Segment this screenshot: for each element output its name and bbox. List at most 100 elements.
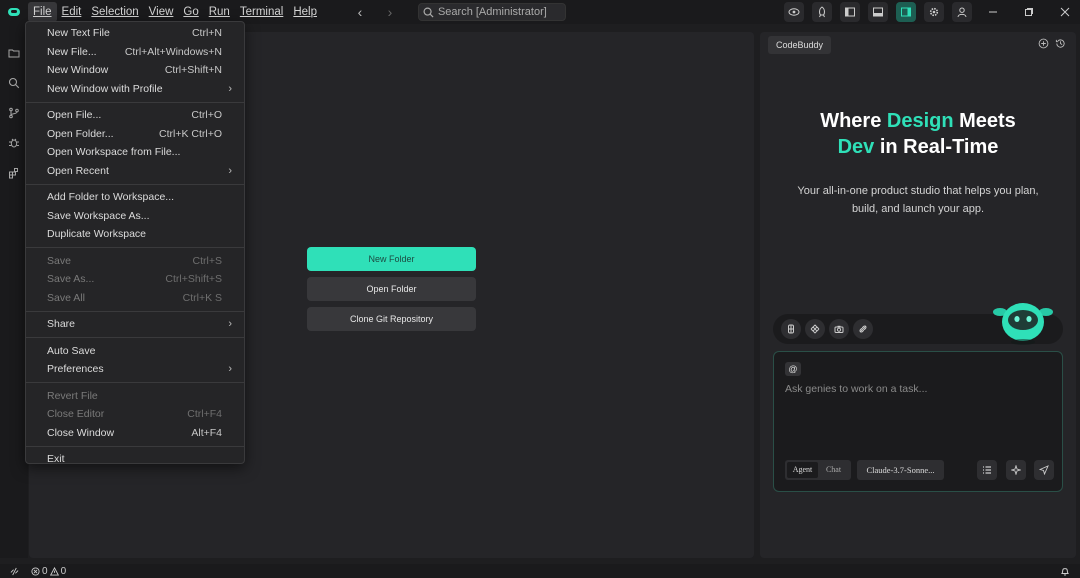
- chat-input-box[interactable]: @ Ask genies to work on a task... Agent …: [773, 351, 1063, 492]
- screenshot-tool-button[interactable]: [829, 319, 849, 339]
- maximize-button[interactable]: [1014, 0, 1044, 24]
- menu-item-label: Save All: [47, 291, 85, 304]
- chat-input-placeholder[interactable]: Ask genies to work on a task...: [785, 383, 927, 395]
- menu-item-shortcut: Ctrl+Shift+N: [164, 64, 222, 77]
- close-button[interactable]: [1050, 0, 1080, 24]
- account-button[interactable]: [952, 2, 972, 22]
- menu-run[interactable]: Run: [204, 2, 235, 22]
- error-icon: [31, 566, 40, 576]
- menu-item-open-workspace-from-file[interactable]: Open Workspace from File...: [26, 143, 244, 162]
- settings-button[interactable]: [924, 2, 944, 22]
- menu-item-auto-save[interactable]: Auto Save: [26, 342, 244, 361]
- notifications-button[interactable]: [1060, 566, 1070, 578]
- menu-view[interactable]: View: [144, 2, 179, 22]
- component-icon: [810, 324, 820, 334]
- clone-git-repository-button[interactable]: Clone Git Repository: [307, 307, 476, 331]
- menu-edit[interactable]: Edit: [57, 2, 87, 22]
- menu-item-shortcut: Ctrl+N: [191, 27, 222, 40]
- menu-item-open-recent[interactable]: Open Recent ›: [26, 162, 244, 181]
- command-search[interactable]: Search [Administrator]: [417, 3, 566, 21]
- menu-item-new-window-with-profile[interactable]: New Window with Profile ›: [26, 80, 244, 99]
- menu-item-label: Exit: [47, 453, 65, 466]
- menu-selection[interactable]: Selection: [86, 2, 143, 22]
- model-selector[interactable]: Claude-3.7-Sonne...: [857, 460, 944, 480]
- toggle-primary-sidebar-button[interactable]: [840, 2, 860, 22]
- menu-item-label: New Window with Profile: [47, 82, 163, 95]
- enhance-prompt-button[interactable]: [1006, 460, 1026, 480]
- menu-file[interactable]: File: [28, 2, 57, 22]
- menu-item-duplicate-workspace[interactable]: Duplicate Workspace: [26, 225, 244, 244]
- codebuddy-tab[interactable]: CodeBuddy: [768, 36, 832, 54]
- plug-icon: [859, 325, 867, 333]
- error-count: 0: [42, 565, 48, 577]
- search-view-button[interactable]: [0, 68, 28, 98]
- run-debug-button[interactable]: [0, 128, 28, 158]
- problems-indicator[interactable]: 0 0: [31, 566, 66, 577]
- menu-item-close-window[interactable]: Close Window Alt+F4: [26, 424, 244, 443]
- minimize-icon: [989, 11, 997, 13]
- menu-item-share[interactable]: Share ›: [26, 315, 244, 334]
- menu-item-save-as: Save As... Ctrl+Shift+S: [26, 270, 244, 289]
- menu-item-preferences[interactable]: Preferences ›: [26, 360, 244, 379]
- menu-go[interactable]: Go: [178, 2, 203, 22]
- warning-count: 0: [60, 565, 67, 577]
- preview-button[interactable]: [784, 2, 804, 22]
- explorer-button[interactable]: [0, 38, 28, 68]
- source-control-button[interactable]: [0, 98, 28, 128]
- codebuddy-mascot-icon: [993, 303, 1053, 345]
- forward-arrow-icon[interactable]: ›: [382, 4, 398, 20]
- deploy-button[interactable]: [812, 2, 832, 22]
- search-icon: [423, 7, 434, 18]
- remote-icon: [10, 567, 18, 575]
- menu-separator: [26, 247, 244, 248]
- new-folder-button[interactable]: New Folder: [307, 247, 476, 271]
- send-button[interactable]: [1034, 460, 1054, 480]
- menu-item-shortcut: Ctrl+F4: [187, 408, 222, 421]
- file-menu-dropdown: New Text File Ctrl+N New File... Ctrl+Alt+W…: [25, 21, 245, 465]
- menu-item-add-folder-to-workspace[interactable]: Add Folder to Workspace...: [26, 188, 244, 207]
- minimize-button[interactable]: [978, 0, 1008, 24]
- chat-mode-tab[interactable]: Chat: [818, 462, 849, 478]
- menu-item-open-file[interactable]: Open File... Ctrl+O: [26, 106, 244, 125]
- menu-help[interactable]: Help: [288, 2, 322, 22]
- restore-icon: [1025, 8, 1033, 16]
- mention-button[interactable]: @: [785, 362, 801, 376]
- history-icon[interactable]: [1055, 38, 1066, 49]
- menu-terminal[interactable]: Terminal: [235, 2, 288, 22]
- component-tool-button[interactable]: [805, 319, 825, 339]
- user-icon: [957, 7, 967, 18]
- extensions-button[interactable]: [0, 158, 28, 188]
- menu-item-shortcut: Ctrl+K Ctrl+O: [158, 127, 222, 140]
- menu-item-label: Close Editor: [47, 408, 105, 421]
- integration-tool-button[interactable]: [853, 319, 873, 339]
- figma-tool-button[interactable]: [781, 319, 801, 339]
- task-list-button[interactable]: [977, 460, 997, 480]
- bug-icon: [9, 138, 19, 148]
- search-placeholder: Search [Administrator]: [437, 6, 547, 18]
- agent-mode-tab[interactable]: Agent: [787, 462, 818, 478]
- menu-item-close-editor: Close Editor Ctrl+F4: [26, 405, 244, 424]
- menu-item-exit[interactable]: Exit: [26, 450, 244, 469]
- hero-title: Where Design Meets Dev in Real-Time: [820, 110, 1016, 158]
- toggle-panel-button[interactable]: [868, 2, 888, 22]
- new-chat-icon[interactable]: [1038, 38, 1049, 49]
- menu-item-open-folder[interactable]: Open Folder... Ctrl+K Ctrl+O: [26, 125, 244, 144]
- remote-indicator[interactable]: [0, 564, 28, 578]
- title-toolbar: [776, 0, 1080, 24]
- menu-item-shortcut: Ctrl+Shift+S: [165, 273, 222, 286]
- menu-item-label: Duplicate Workspace: [47, 228, 147, 241]
- panel-actions: [1038, 38, 1066, 49]
- menu-item-shortcut: Alt+F4: [191, 426, 222, 439]
- toggle-secondary-sidebar-button[interactable]: [896, 2, 916, 22]
- app-logo: [0, 0, 28, 24]
- menu-item-label: Auto Save: [47, 344, 96, 357]
- back-arrow-icon[interactable]: ‹: [352, 4, 368, 20]
- list-icon: [983, 466, 991, 474]
- menu-item-save-workspace-as[interactable]: Save Workspace As...: [26, 207, 244, 226]
- bell-icon: [1060, 568, 1070, 576]
- open-folder-button[interactable]: Open Folder: [307, 277, 476, 301]
- menu-item-new-text-file[interactable]: New Text File Ctrl+N: [26, 24, 244, 43]
- menu-item-new-file[interactable]: New File... Ctrl+Alt+Windows+N: [26, 43, 244, 62]
- close-icon: [1060, 7, 1070, 17]
- menu-item-new-window[interactable]: New Window Ctrl+Shift+N: [26, 61, 244, 80]
